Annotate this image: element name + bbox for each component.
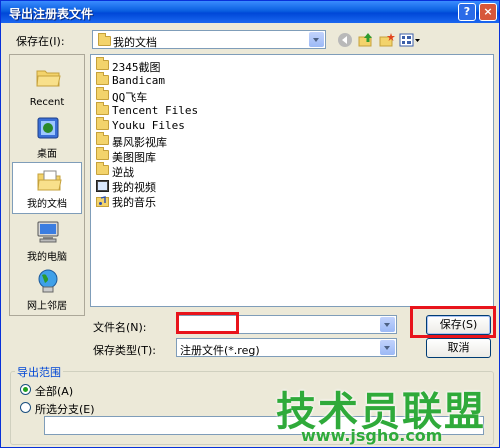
place-my-documents[interactable]: 我的文档 [12,162,82,214]
filetype-label: 保存类型(T): [93,344,157,357]
title-bar[interactable]: 导出注册表文件 ? × [1,1,499,23]
export-range-title: 导出范围 [15,364,63,380]
filetype-value: 注册文件(*.reg) [180,344,260,357]
folder-icon [96,132,109,145]
back-icon[interactable] [337,32,353,48]
save-in-value: 我的文档 [113,36,157,49]
music-folder-icon [96,196,109,207]
cancel-button[interactable]: 取消 [426,338,491,358]
export-registry-dialog: 导出注册表文件 ? × 保存在(I): 我的文档 Recent 桌面 我的文档 … [0,0,500,448]
place-label-desktop: 桌面 [37,149,57,160]
folder-icon [96,117,109,130]
radio-all-label: 全部(A) [35,385,74,398]
place-label-network: 网上邻居 [27,301,67,312]
new-folder-icon[interactable] [379,32,395,48]
place-label-my-documents: 我的文档 [27,199,67,210]
file-name: 逆战 [112,166,134,179]
save-in-combo[interactable]: 我的文档 [92,30,326,49]
radio-selected-branch-label: 所选分支(E) [35,403,95,416]
folder-icon [96,147,109,160]
folder-icon [96,162,109,175]
radio-selected-branch[interactable] [20,402,31,413]
chevron-down-icon[interactable] [309,32,324,47]
network-icon [38,269,58,293]
filetype-select[interactable]: 注册文件(*.reg) [176,338,397,357]
folder-icon [96,102,109,115]
folder-icon [96,72,109,85]
folder-icon [96,57,109,70]
places-bar: Recent 桌面 我的文档 我的电脑 网上邻居 [9,54,85,316]
window-title: 导出注册表文件 [9,7,94,21]
place-label-recent: Recent [29,97,65,108]
my-documents-small-icon [98,33,111,46]
radio-all[interactable] [20,384,31,395]
highlight-box-filename [176,312,239,334]
place-desktop[interactable]: 桌面 [12,111,82,163]
desktop-icon [37,117,59,139]
save-in-label: 保存在(I): [16,35,65,48]
close-button[interactable]: × [479,3,497,21]
chevron-down-icon[interactable] [380,317,395,332]
file-name: Youku Files [112,119,185,132]
chevron-down-icon[interactable] [380,340,395,355]
folder-icon [96,87,109,100]
highlight-box-save [410,306,496,338]
place-my-computer[interactable]: 我的电脑 [12,214,82,266]
file-name: 我的视频 [112,181,156,194]
video-folder-icon [96,180,109,192]
place-recent[interactable]: Recent [12,59,82,111]
views-menu-icon[interactable] [399,32,421,48]
file-list[interactable]: 2345截图 Bandicam QQ飞车 Tencent Files Youku… [90,54,494,307]
watermark-url: www.jsgho.com [301,426,443,445]
file-name: QQ飞车 [112,91,148,104]
up-folder-icon[interactable] [358,32,374,48]
file-name: Tencent Files [112,104,199,117]
place-network[interactable]: 网上邻居 [12,263,82,315]
help-button[interactable]: ? [458,3,476,21]
file-name: 我的音乐 [112,196,156,209]
file-name: 美图图库 [112,151,156,164]
filename-label: 文件名(N): [93,321,147,334]
my-documents-icon [37,170,62,191]
recent-folder-icon [36,70,61,87]
file-name: 2345截图 [112,61,161,74]
my-computer-icon [37,221,59,243]
place-label-my-computer: 我的电脑 [27,252,67,263]
file-name: 暴风影视库 [112,136,167,149]
file-name: Bandicam [112,74,165,87]
